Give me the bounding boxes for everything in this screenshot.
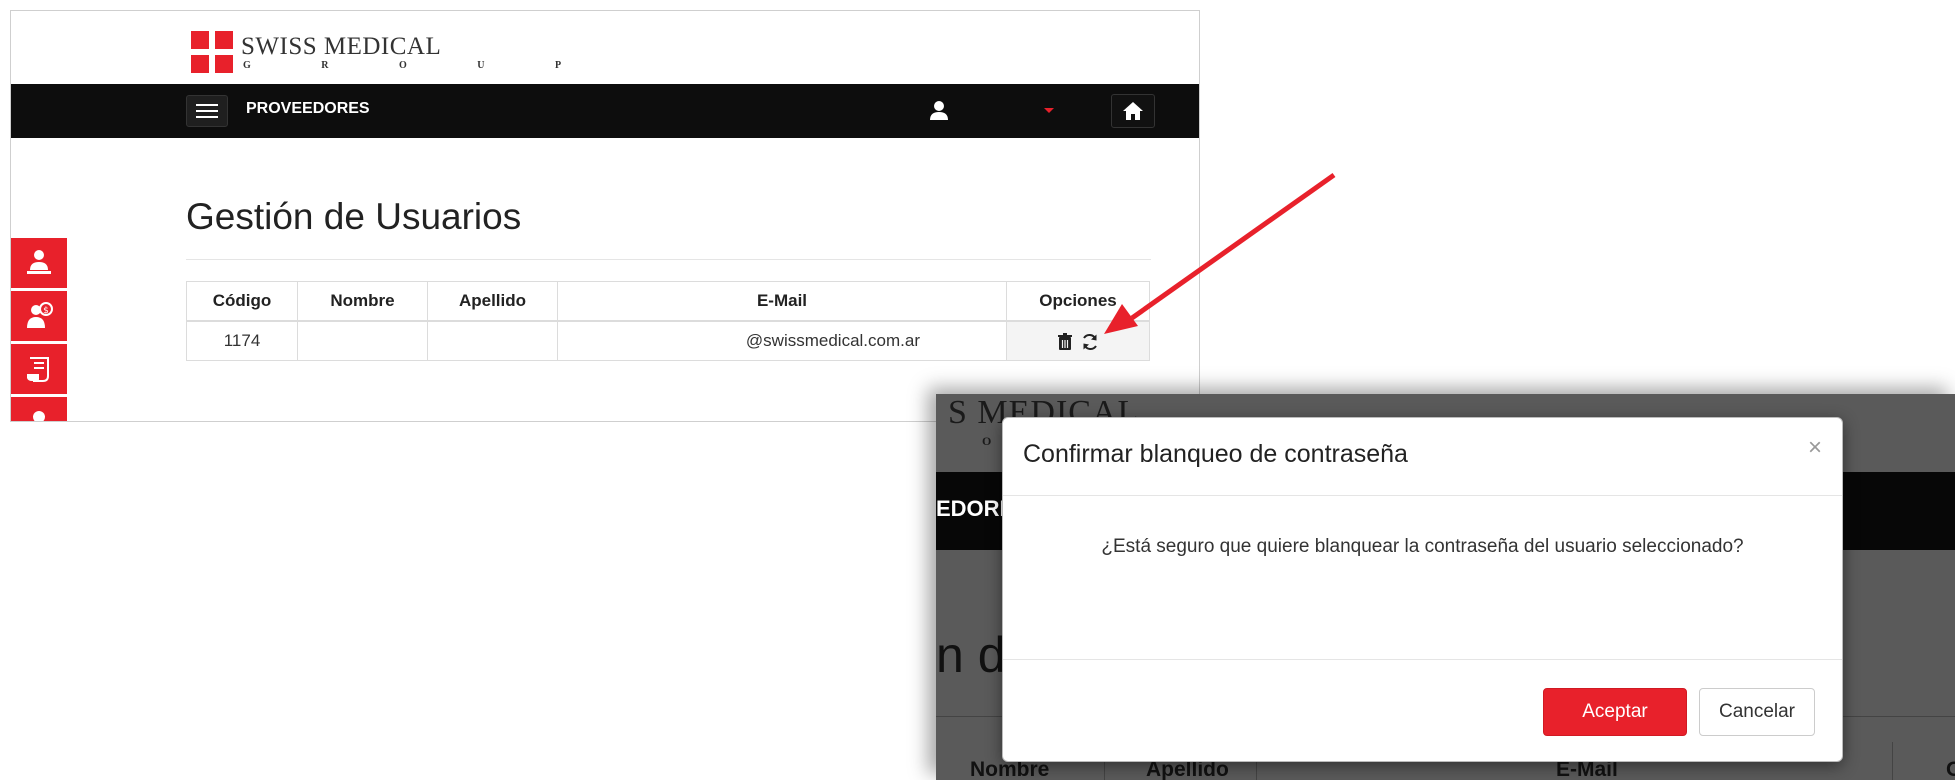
user-dropdown-caret-icon[interactable] [1044, 108, 1054, 113]
brand-name: SWISS MEDICAL [241, 32, 442, 60]
person-dollar-icon: $ [27, 302, 53, 328]
column-header-nombre[interactable]: Nombre [297, 281, 428, 322]
close-icon[interactable]: × [1808, 434, 1822, 462]
title-divider [186, 259, 1151, 260]
modal-title: Confirmar blanqueo de contraseña [1023, 440, 1408, 468]
column-header-opciones: Opciones [1006, 281, 1150, 322]
brand-subtitle: G R O U P [243, 59, 596, 71]
page-title: Gestión de Usuarios [186, 196, 522, 237]
side-tab-desk[interactable] [11, 238, 67, 291]
overlay-header-opciones: O [1946, 758, 1955, 780]
cell-nombre [297, 320, 428, 361]
side-tab-billing[interactable]: $ [11, 291, 67, 344]
hamburger-menu-button[interactable] [186, 95, 228, 127]
nav-section-title: PROVEEDORES [246, 100, 370, 117]
table-header-row: Código Nombre Apellido E-Mail Opciones [186, 281, 1150, 322]
side-tab-profile[interactable] [11, 397, 67, 421]
modal-footer: Aceptar Cancelar [1003, 659, 1842, 763]
side-tab-documents[interactable] [11, 344, 67, 397]
trash-icon[interactable] [1057, 332, 1073, 351]
home-icon [1123, 102, 1143, 120]
person-icon [33, 411, 45, 421]
accept-button[interactable]: Aceptar [1543, 688, 1687, 736]
home-button[interactable] [1111, 94, 1155, 128]
column-header-apellido[interactable]: Apellido [427, 281, 558, 322]
user-icon[interactable] [929, 100, 949, 122]
table-row: 1174 @swissmedical.com.ar [186, 320, 1150, 361]
cell-apellido [427, 320, 558, 361]
users-table: Código Nombre Apellido E-Mail Opciones 1… [186, 281, 1150, 361]
overlay-title-fragment: n d [936, 627, 1006, 683]
logo-cross-icon [191, 31, 233, 73]
overlay-logo-sub-fragment: O [982, 434, 992, 448]
scroll-document-icon [27, 357, 49, 382]
cell-codigo: 1174 [186, 320, 298, 361]
modal-message: ¿Está seguro que quiere blanquear la con… [1101, 536, 1744, 557]
main-screenshot-panel: SWISS MEDICAL G R O U P PROVEEDORES $ Ge… [10, 10, 1200, 422]
cell-email: @swissmedical.com.ar [557, 320, 1007, 361]
brand-logo: SWISS MEDICAL G R O U P [191, 25, 595, 79]
cell-options [1006, 320, 1150, 361]
person-at-desk-icon [27, 250, 51, 274]
column-header-email[interactable]: E-Mail [557, 281, 1007, 322]
column-header-codigo[interactable]: Código [186, 281, 298, 322]
refresh-icon[interactable] [1081, 333, 1099, 351]
svg-text:$: $ [43, 306, 49, 316]
confirm-reset-password-modal: Confirmar blanqueo de contraseña × ¿Está… [1002, 417, 1843, 762]
cancel-button[interactable]: Cancelar [1699, 688, 1815, 736]
top-navbar: PROVEEDORES [11, 84, 1199, 138]
modal-header: Confirmar blanqueo de contraseña × [1003, 418, 1842, 496]
overlay-col-line [1892, 742, 1893, 780]
